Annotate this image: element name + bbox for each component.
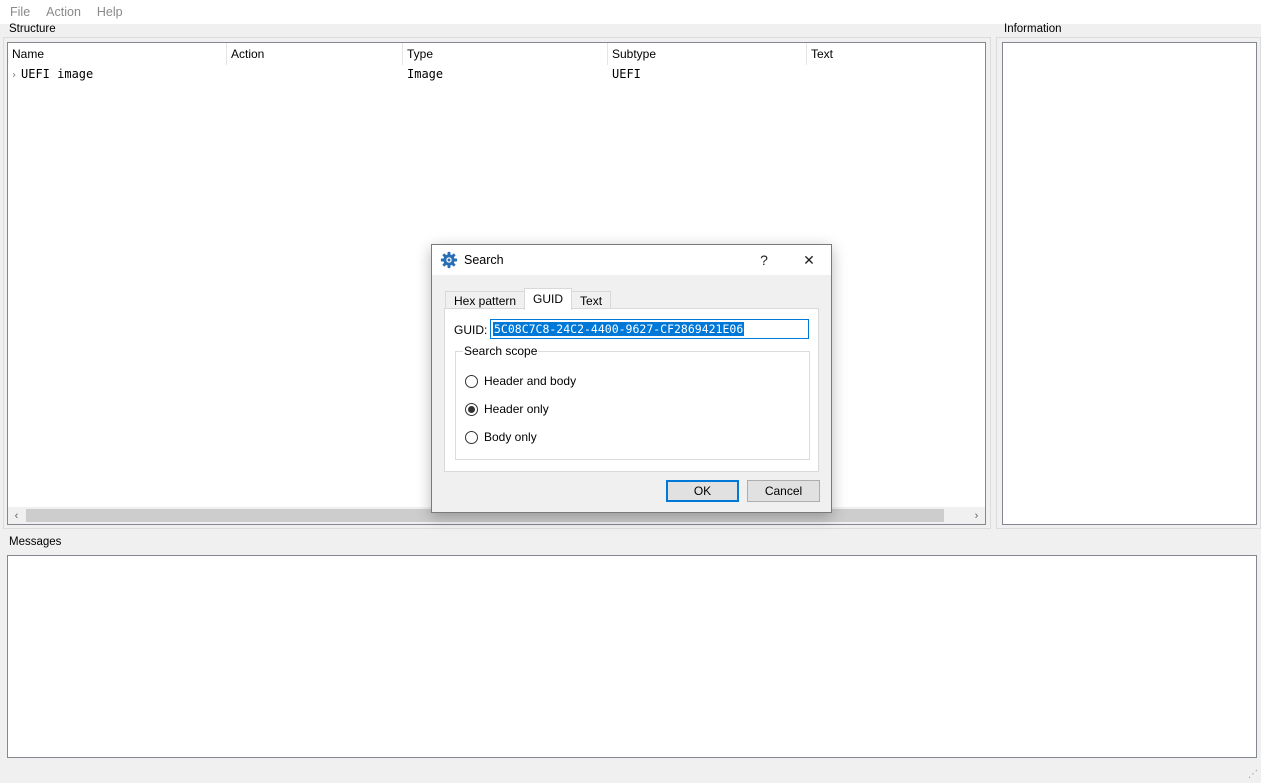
- radio-body-only[interactable]: Body only: [465, 430, 537, 444]
- radio-unchecked-icon[interactable]: [465, 430, 478, 444]
- radio-label: Header and body: [484, 374, 577, 388]
- chevron-right-icon[interactable]: ›: [11, 70, 21, 81]
- cancel-button[interactable]: Cancel: [747, 480, 820, 502]
- ok-button[interactable]: OK: [666, 480, 739, 502]
- radio-header-and-body[interactable]: Header and body: [465, 374, 576, 388]
- help-button[interactable]: ?: [742, 245, 786, 275]
- scroll-right-icon[interactable]: ›: [968, 507, 985, 524]
- size-grip-icon[interactable]: ⋰: [1248, 770, 1258, 780]
- guid-label: GUID:: [454, 323, 488, 337]
- information-label: Information: [1004, 23, 1062, 35]
- column-header-action[interactable]: Action: [227, 43, 403, 65]
- tab-bar: Hex pattern GUID Text: [445, 288, 612, 310]
- tree-row[interactable]: › UEFI image Image UEFI: [8, 65, 985, 83]
- column-header-name[interactable]: Name: [8, 43, 227, 65]
- guid-input[interactable]: 5C08C7C8-24C2-4400-9627-CF2869421E06: [490, 319, 809, 339]
- scroll-left-icon[interactable]: ‹: [8, 507, 25, 524]
- guid-input-value: 5C08C7C8-24C2-4400-9627-CF2869421E06: [493, 322, 745, 336]
- menu-file[interactable]: File: [2, 0, 38, 24]
- information-box[interactable]: [1002, 42, 1257, 525]
- dialog-titlebar[interactable]: Search ? ✕: [432, 245, 831, 275]
- close-icon[interactable]: ✕: [787, 245, 831, 275]
- column-header-type[interactable]: Type: [403, 43, 608, 65]
- tree-cell-subtype: UEFI: [612, 67, 641, 81]
- menu-help[interactable]: Help: [89, 0, 131, 24]
- dialog-title: Search: [464, 253, 504, 267]
- radio-unchecked-icon[interactable]: [465, 374, 478, 388]
- column-header-text[interactable]: Text: [807, 43, 985, 65]
- column-header-subtype[interactable]: Subtype: [608, 43, 807, 65]
- search-scope-title: Search scope: [463, 344, 539, 358]
- tree-header: Name Action Type Subtype Text: [8, 43, 985, 65]
- messages-box[interactable]: [7, 555, 1257, 758]
- guid-tab-panel: GUID: 5C08C7C8-24C2-4400-9627-CF2869421E…: [444, 308, 819, 472]
- gear-icon: [440, 251, 458, 269]
- row-name: UEFI image: [21, 67, 94, 81]
- radio-header-only[interactable]: Header only: [465, 402, 549, 416]
- structure-label: Structure: [9, 23, 56, 35]
- menu-action[interactable]: Action: [38, 0, 89, 24]
- menu-bar: File Action Help: [0, 0, 1261, 24]
- tree-cell-type: Image: [407, 67, 444, 81]
- radio-label: Header only: [484, 402, 549, 416]
- search-dialog: Search ? ✕ Hex pattern GUID Text GUID: 5…: [431, 244, 832, 513]
- messages-label: Messages: [9, 536, 62, 548]
- search-scope-group: Search scope Header and body Header only…: [455, 344, 810, 460]
- tree-cell-name: › UEFI image: [8, 67, 227, 81]
- radio-label: Body only: [484, 430, 537, 444]
- tab-guid[interactable]: GUID: [524, 288, 573, 310]
- radio-checked-icon[interactable]: [465, 402, 478, 416]
